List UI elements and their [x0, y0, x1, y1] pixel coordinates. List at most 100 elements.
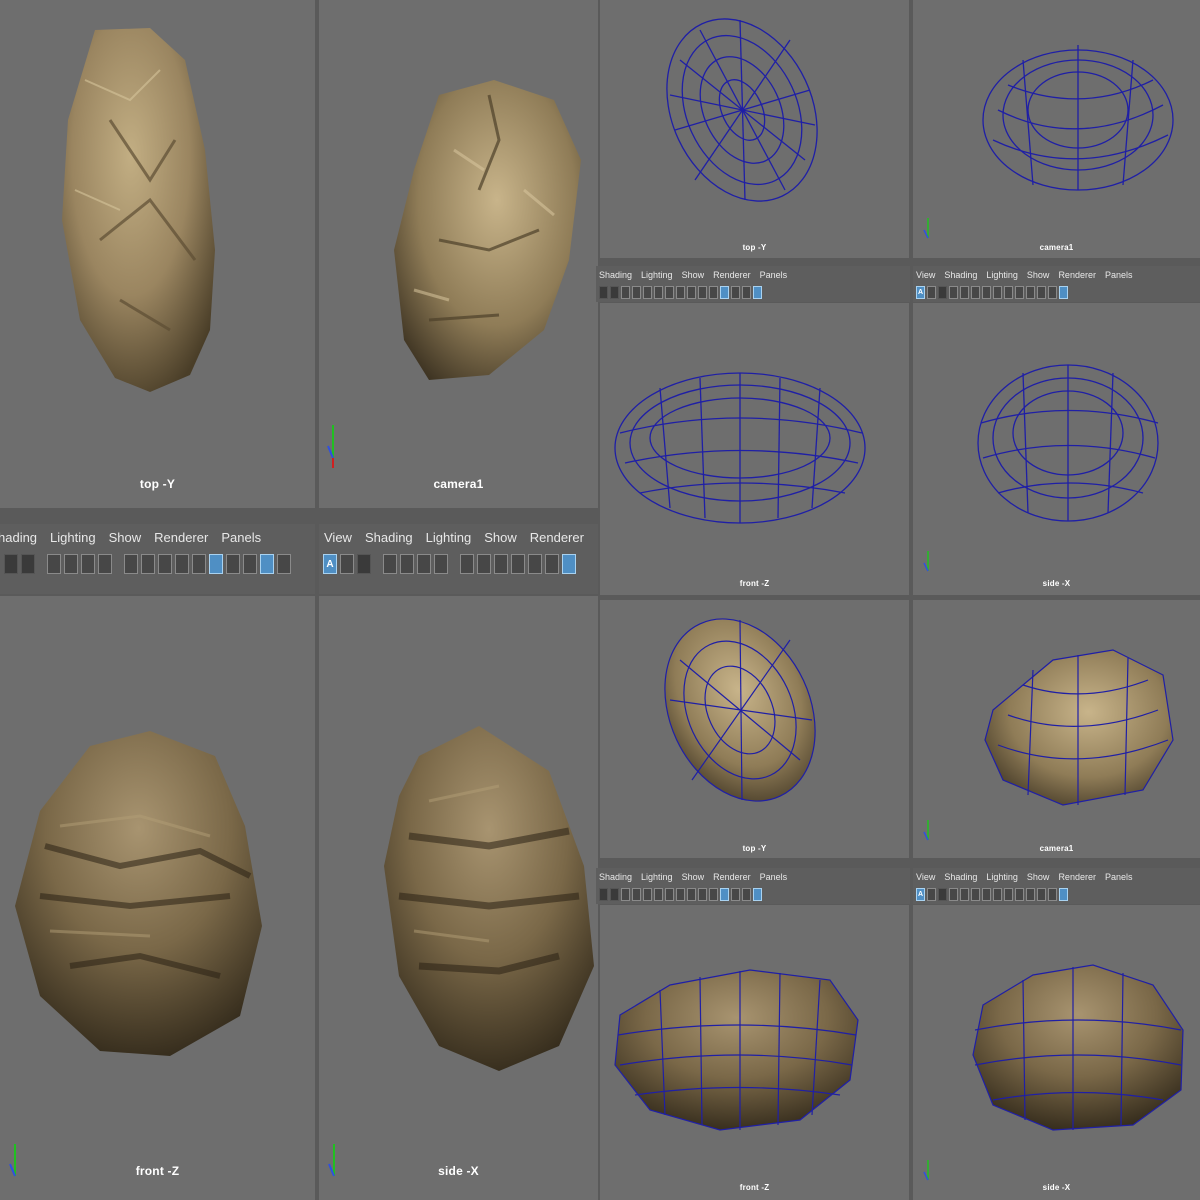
- safe-area-icon[interactable]: [698, 285, 707, 299]
- menu-show[interactable]: Show: [1027, 872, 1050, 882]
- camera-attr-icon[interactable]: [938, 887, 947, 901]
- field-chart-icon[interactable]: [1037, 285, 1046, 299]
- viewport-camera-shaded[interactable]: camera1: [319, 0, 598, 508]
- safe-area-icon[interactable]: [698, 887, 707, 901]
- wireframe-icon[interactable]: [1048, 285, 1057, 299]
- smooth-shade-icon[interactable]: [1059, 285, 1068, 299]
- grid-icon[interactable]: [460, 554, 474, 574]
- resolution-gate-icon[interactable]: [158, 554, 172, 574]
- menu-panels[interactable]: Panels: [1105, 872, 1133, 882]
- safe-area-icon[interactable]: [1026, 887, 1035, 901]
- bookmark-icon[interactable]: [621, 887, 630, 901]
- pen-icon[interactable]: [98, 554, 112, 574]
- select-camera-button[interactable]: A: [916, 285, 925, 299]
- grease-pencil-icon[interactable]: [643, 285, 652, 299]
- menu-lighting[interactable]: Lighting: [641, 872, 673, 882]
- menu-panels[interactable]: Panels: [221, 530, 261, 545]
- safe-area-icon[interactable]: [1026, 285, 1035, 299]
- image-plane-icon[interactable]: [632, 887, 641, 901]
- select-camera-button[interactable]: A: [323, 554, 337, 574]
- menu-view[interactable]: View: [324, 530, 352, 545]
- resolution-gate-icon[interactable]: [1015, 285, 1024, 299]
- wireframe-on-shaded-icon[interactable]: [753, 285, 762, 299]
- menu-show[interactable]: Show: [484, 530, 517, 545]
- grid-icon[interactable]: [993, 285, 1002, 299]
- field-chart-icon[interactable]: [709, 887, 718, 901]
- bookmark-icon[interactable]: [949, 887, 958, 901]
- viewport-top-wireframe[interactable]: top -Y: [600, 0, 909, 258]
- menu-shading[interactable]: Shading: [599, 872, 632, 882]
- lock-camera-icon[interactable]: [927, 285, 936, 299]
- pen-icon[interactable]: [654, 887, 663, 901]
- menu-show[interactable]: Show: [109, 530, 142, 545]
- pen-icon[interactable]: [434, 554, 448, 574]
- resolution-gate-icon[interactable]: [1015, 887, 1024, 901]
- smooth-shade-icon[interactable]: [1059, 887, 1068, 901]
- menu-renderer[interactable]: Renderer: [713, 872, 751, 882]
- wireframe-icon[interactable]: [720, 285, 729, 299]
- image-plane-icon[interactable]: [960, 285, 969, 299]
- wireframe-icon[interactable]: [720, 887, 729, 901]
- viewport-top-shaded[interactable]: top -Y: [0, 0, 315, 508]
- menu-shading[interactable]: Shading: [365, 530, 413, 545]
- grease-pencil-icon[interactable]: [417, 554, 431, 574]
- menu-shading[interactable]: Shading: [944, 270, 977, 280]
- wireframe-icon[interactable]: [545, 554, 559, 574]
- grease-pencil-icon[interactable]: [643, 887, 652, 901]
- safe-area-icon[interactable]: [175, 554, 189, 574]
- menu-renderer[interactable]: Renderer: [1058, 270, 1096, 280]
- bookmark-icon[interactable]: [621, 285, 630, 299]
- wireframe-icon[interactable]: [1048, 887, 1057, 901]
- safe-area-icon[interactable]: [511, 554, 525, 574]
- viewport-side-shaded[interactable]: side -X: [319, 596, 598, 1200]
- field-chart-icon[interactable]: [1037, 887, 1046, 901]
- grid-icon[interactable]: [665, 285, 674, 299]
- pen-icon[interactable]: [982, 285, 991, 299]
- film-gate-icon[interactable]: [141, 554, 155, 574]
- film-gate-icon[interactable]: [477, 554, 491, 574]
- menu-lighting[interactable]: Lighting: [426, 530, 472, 545]
- field-chart-icon[interactable]: [709, 285, 718, 299]
- grid-icon[interactable]: [993, 887, 1002, 901]
- field-chart-icon[interactable]: [192, 554, 206, 574]
- smooth-shade-icon[interactable]: [562, 554, 576, 574]
- menu-lighting[interactable]: Lighting: [50, 530, 96, 545]
- menu-show[interactable]: Show: [682, 872, 705, 882]
- menu-show[interactable]: Show: [1027, 270, 1050, 280]
- viewport-side-wireframe[interactable]: side -X: [913, 303, 1200, 595]
- menu-shading[interactable]: Shading: [944, 872, 977, 882]
- resolution-gate-icon[interactable]: [687, 285, 696, 299]
- menu-renderer[interactable]: Renderer: [154, 530, 208, 545]
- film-gate-icon[interactable]: [1004, 887, 1013, 901]
- viewport-top-wireshaded[interactable]: top -Y: [600, 600, 909, 858]
- menu-view[interactable]: View: [916, 270, 935, 280]
- viewport-front-shaded[interactable]: front -Z: [0, 596, 315, 1200]
- smooth-shade-icon[interactable]: [731, 887, 740, 901]
- menu-view[interactable]: View: [916, 872, 935, 882]
- wireframe-icon[interactable]: [209, 554, 223, 574]
- menu-lighting[interactable]: Lighting: [986, 872, 1018, 882]
- viewport-front-wireframe[interactable]: front -Z: [600, 303, 909, 595]
- xray-icon[interactable]: [277, 554, 291, 574]
- camera-attr-icon[interactable]: [610, 285, 619, 299]
- pen-icon[interactable]: [982, 887, 991, 901]
- image-plane-icon[interactable]: [632, 285, 641, 299]
- camera-attr-icon[interactable]: [938, 285, 947, 299]
- viewport-side-wireshaded[interactable]: side -X: [913, 905, 1200, 1200]
- menu-show[interactable]: Show: [682, 270, 705, 280]
- grid-icon[interactable]: [124, 554, 138, 574]
- image-plane-icon[interactable]: [960, 887, 969, 901]
- image-plane-icon[interactable]: [64, 554, 78, 574]
- camera-attr-icon[interactable]: [357, 554, 371, 574]
- menu-renderer[interactable]: Renderer: [530, 530, 584, 545]
- bookmark-icon[interactable]: [949, 285, 958, 299]
- smooth-shade-icon[interactable]: [731, 285, 740, 299]
- wireframe-on-shaded-icon[interactable]: [260, 554, 274, 574]
- resolution-gate-icon[interactable]: [687, 887, 696, 901]
- smooth-shade-icon[interactable]: [226, 554, 240, 574]
- textured-icon[interactable]: [742, 887, 751, 901]
- select-camera-button[interactable]: A: [916, 887, 925, 901]
- menu-panels[interactable]: Panels: [1105, 270, 1133, 280]
- grease-pencil-icon[interactable]: [971, 285, 980, 299]
- resolution-gate-icon[interactable]: [494, 554, 508, 574]
